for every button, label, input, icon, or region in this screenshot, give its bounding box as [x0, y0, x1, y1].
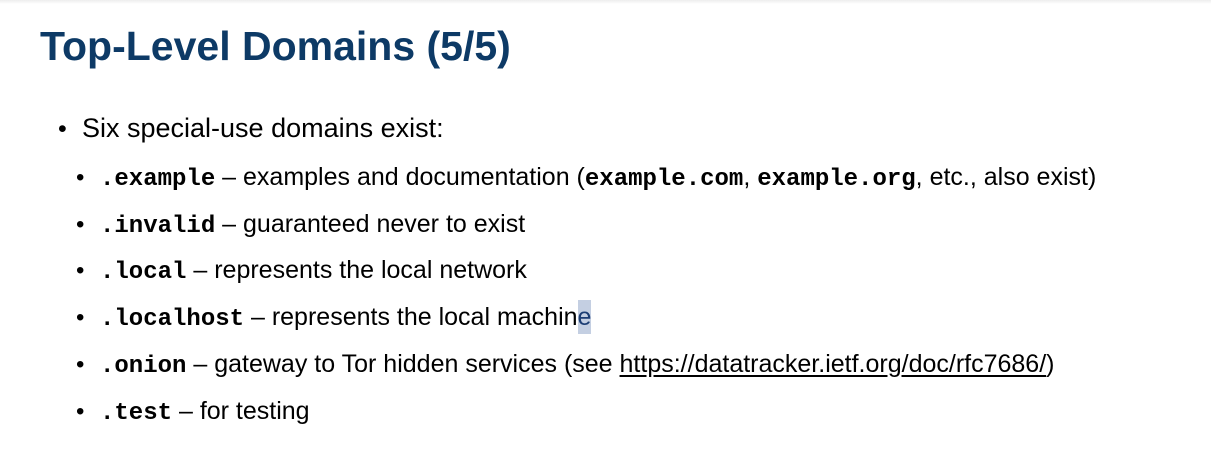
item-text: guaranteed never to exist [243, 210, 526, 238]
list-item-localhost: • .localhost – represents the local machi… [76, 300, 592, 334]
selected-character: e [577, 300, 592, 334]
list-item-example: • .example – examples and documentation (… [76, 160, 1096, 194]
item-text: for testing [199, 397, 310, 425]
bullet-icon: • [76, 211, 85, 238]
rfc7686-link[interactable]: https://datatracker.ietf.org/doc/rfc7686… [620, 350, 1047, 378]
item-text: represents the local network [214, 256, 527, 284]
example-com-code: example.com [584, 166, 744, 193]
dash: – [186, 350, 215, 378]
list-item-intro: • Six special-use domains exist: [58, 111, 444, 145]
list-item-local: • .local – represents the local network [76, 253, 527, 287]
item-text-after: , etc., also exist) [915, 163, 1097, 191]
dash: – [244, 303, 272, 331]
separator: , [743, 163, 758, 191]
item-text: examples and documentation ( [243, 163, 585, 191]
domain-code: .localhost [100, 306, 245, 333]
bullet-icon: • [76, 257, 85, 284]
bullet-list: • Six special-use domains exist: • .exampl… [0, 0, 1211, 466]
list-item-test: • .test – for testing [76, 394, 310, 428]
domain-code: .test [100, 400, 173, 427]
bullet-icon: • [58, 115, 67, 143]
item-text-after: ) [1046, 350, 1055, 378]
dash: – [215, 210, 244, 238]
list-item-invalid: • .invalid – guaranteed never to exist [76, 207, 525, 241]
intro-text: Six special-use domains exist: [82, 113, 444, 143]
dash: – [215, 163, 244, 191]
dash: – [172, 397, 200, 425]
bullet-icon: • [76, 351, 85, 378]
domain-code: .invalid [100, 213, 216, 240]
dash: – [186, 256, 215, 284]
bullet-icon: • [76, 304, 85, 331]
bullet-icon: • [76, 398, 85, 425]
bullet-icon: • [76, 164, 85, 191]
domain-code: .onion [100, 353, 187, 380]
item-text: gateway to Tor hidden services (see [214, 350, 620, 378]
example-org-code: example.org [757, 166, 916, 193]
domain-code: .local [100, 259, 187, 286]
list-item-onion: • .onion – gateway to Tor hidden services… [76, 347, 1054, 381]
domain-code: .example [100, 166, 216, 193]
item-text: represents the local machin [271, 303, 578, 331]
